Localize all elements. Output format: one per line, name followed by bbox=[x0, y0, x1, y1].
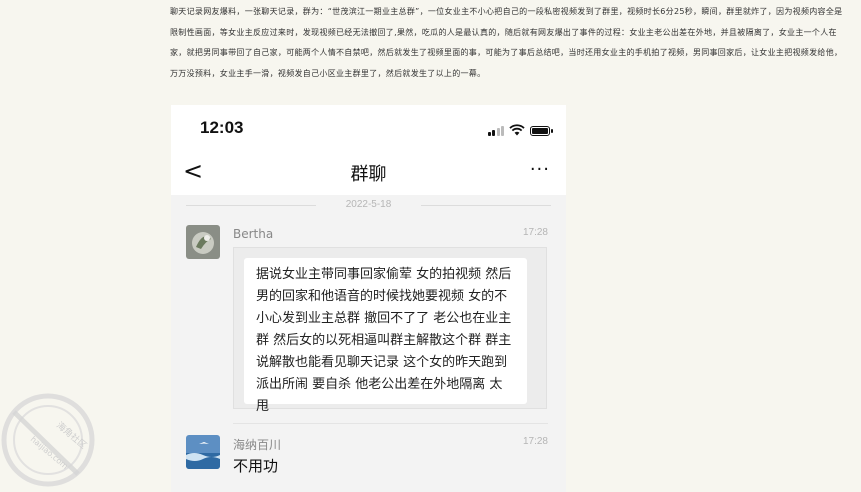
date-line-right bbox=[421, 205, 551, 206]
status-icons bbox=[487, 124, 553, 136]
article-text: 聊天记录网友爆料，一张聊天记录，群为：“世茂滨江一期业主总群”，一位女业主不小心… bbox=[170, 7, 843, 78]
watermark-logo-icon: 海角社区 haijiao.com bbox=[1, 393, 95, 487]
status-bar: 12:03 bbox=[171, 105, 566, 151]
battery-icon bbox=[530, 126, 553, 136]
forwarded-chat-text: 据说女业主带同事回家偷荤 女的拍视频 然后男的回家和他语音的时候找她要视频 女的… bbox=[244, 258, 527, 414]
chat-area: 2022-5-18 Bertha 17:28 据说女业主带同事回家偷荤 女的拍视… bbox=[171, 195, 566, 492]
avatar[interactable] bbox=[186, 435, 220, 469]
avatar-sea-icon bbox=[186, 435, 220, 469]
message-divider bbox=[233, 423, 548, 424]
signal-icon bbox=[487, 126, 504, 136]
chat-nav-bar: < 群聊 ··· bbox=[171, 151, 566, 195]
chat-title: 群聊 bbox=[350, 164, 387, 185]
avatar-bertha-icon bbox=[186, 225, 220, 259]
message-time: 17:28 bbox=[522, 436, 548, 447]
message-time: 17:28 bbox=[522, 227, 548, 238]
sender-name: Bertha bbox=[233, 227, 274, 241]
wifi-icon bbox=[509, 124, 525, 136]
sender-name: 海纳百川 bbox=[233, 438, 282, 452]
chat-screenshot: 12:03 < 群聊 ··· 2022-5-18 Bertha 17:28 据说… bbox=[171, 105, 566, 492]
message-text: 不用功 bbox=[233, 457, 279, 475]
forwarded-chat-card[interactable]: 据说女业主带同事回家偷荤 女的拍视频 然后男的回家和他语音的时候找她要视频 女的… bbox=[233, 247, 547, 414]
watermark-text: 海角社区 bbox=[54, 419, 89, 451]
watermark-url: haijiao.com bbox=[29, 435, 70, 472]
more-options-icon[interactable]: ··· bbox=[530, 159, 550, 180]
date-separator: 2022-5-18 bbox=[171, 197, 566, 213]
status-time: 12:03 bbox=[200, 118, 244, 137]
avatar[interactable] bbox=[186, 225, 220, 259]
